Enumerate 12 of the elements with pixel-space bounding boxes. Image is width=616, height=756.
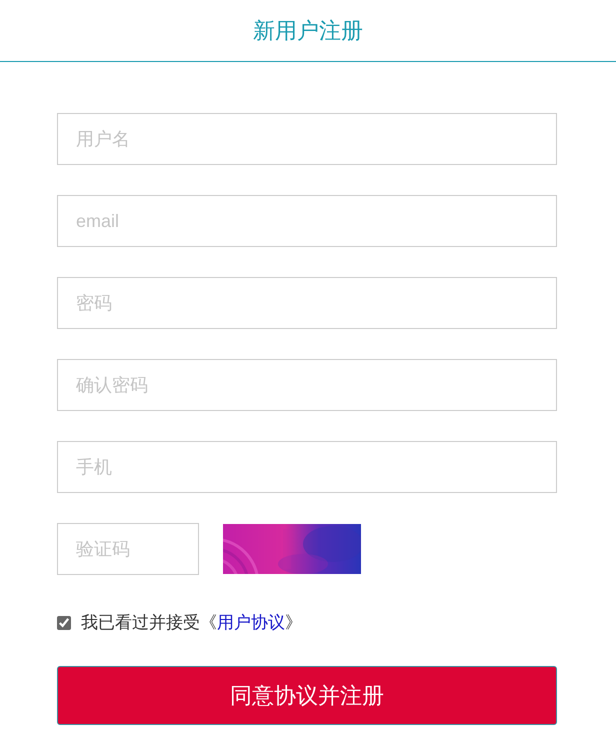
input-field[interactable]: email [57, 195, 557, 247]
agreement-text: 》 [285, 613, 302, 632]
agreement-text: 我已看过并接受《 [81, 613, 217, 632]
submit-button[interactable]: 同意协议并注册 [57, 666, 557, 724]
input-field[interactable]: 确认密码 [57, 359, 557, 411]
input-field[interactable]: 用户名 [57, 113, 557, 165]
page-title: 新用户注册 [253, 17, 363, 45]
agreement-checkbox[interactable] [57, 616, 71, 630]
input-field[interactable]: 密码 [57, 277, 557, 329]
agreement-link[interactable]: 用户协议 [217, 613, 285, 632]
input-field[interactable]: 手机 [57, 441, 557, 493]
captcha-field[interactable]: 验证码 [57, 523, 199, 575]
